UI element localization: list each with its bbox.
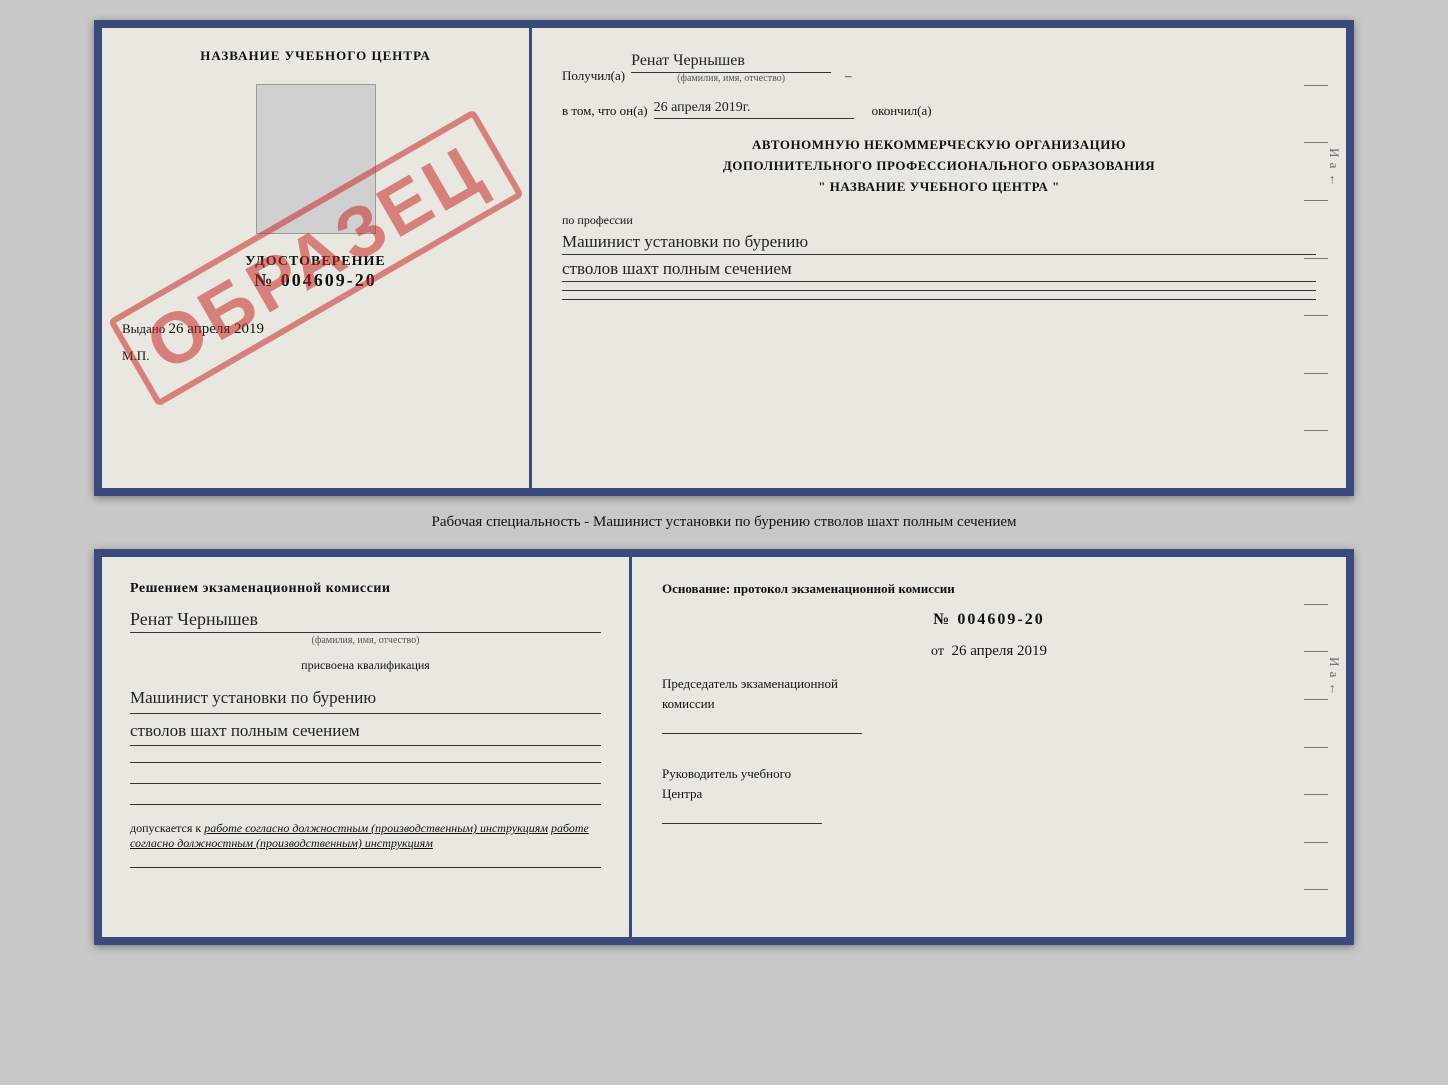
osnov-date: от 26 апреля 2019 xyxy=(662,643,1316,660)
bottom-certificate: Решением экзаменационной комиссии Ренат … xyxy=(94,549,1354,945)
qual-line1: Машинист установки по бурению xyxy=(130,685,601,714)
predsedatel-line1: Председатель экзаменационной xyxy=(662,674,1316,694)
cert-udost-block: УДОСТОВЕРЕНИЕ № 004609-20 xyxy=(245,254,385,291)
dash1: – xyxy=(845,68,852,84)
dopuskaetsya-val: работе согласно должностным (производств… xyxy=(204,821,548,835)
date-val: 26 апреля 2019 xyxy=(951,643,1047,659)
dopuskaetsya-label: допускается к xyxy=(130,821,201,835)
vydano-label: Выдано xyxy=(122,321,165,336)
rukovod-line1: Руководитель учебного xyxy=(662,764,1316,784)
osnov-number: № 004609-20 xyxy=(662,611,1316,629)
bottom-fio-hint: (фамилия, имя, отчество) xyxy=(130,635,601,646)
org-block: АВТОНОМНУЮ НЕКОММЕРЧЕСКУЮ ОРГАНИЗАЦИЮ ДО… xyxy=(562,135,1316,197)
underline1 xyxy=(130,762,601,763)
vtom-date: 26 апреля 2019г. xyxy=(654,100,854,119)
fio-hint-top: (фамилия, имя, отчество) xyxy=(677,73,785,84)
qual-label: присвоена квалификация xyxy=(130,658,601,673)
top-certificate: НАЗВАНИЕ УЧЕБНОГО ЦЕНТРА УДОСТОВЕРЕНИЕ №… xyxy=(94,20,1354,496)
rukovod-block: Руководитель учебного Центра xyxy=(662,764,1316,824)
tto-text: И а ← xyxy=(1326,148,1342,188)
cert-top-left: НАЗВАНИЕ УЧЕБНОГО ЦЕНТРА УДОСТОВЕРЕНИЕ №… xyxy=(102,28,532,488)
poluchil-name: Ренат Чернышев xyxy=(631,52,831,73)
vtom-label: в том, что он(а) xyxy=(562,103,648,119)
cert-top-right: Получил(а) Ренат Чернышев (фамилия, имя,… xyxy=(532,28,1346,488)
cert-number: № 004609-20 xyxy=(245,270,385,291)
bottom-title: Решением экзаменационной комиссии xyxy=(130,581,601,597)
cert-bottom-right: Основание: протокол экзаменационной коми… xyxy=(632,557,1346,937)
cert-photo-box xyxy=(256,84,376,234)
rukovod-line2: Центра xyxy=(662,784,1316,804)
bottom-name: Ренат Чернышев xyxy=(130,609,601,633)
poluchil-label: Получил(а) xyxy=(562,68,625,84)
dopuskaetsya-block: допускается к работе согласно должностны… xyxy=(130,821,601,851)
osnov-label: Основание: протокол экзаменационной коми… xyxy=(662,581,1316,597)
profession-block: по профессии Машинист установки по бурен… xyxy=(562,213,1316,300)
underline3 xyxy=(130,804,601,805)
poluchil-row: Получил(а) Ренат Чернышев (фамилия, имя,… xyxy=(562,52,1316,84)
underline4 xyxy=(130,867,601,868)
document-container: НАЗВАНИЕ УЧЕБНОГО ЦЕНТРА УДОСТОВЕРЕНИЕ №… xyxy=(20,20,1428,945)
po-professii-label: по профессии xyxy=(562,213,1316,228)
vtom-row: в том, что он(а) 26 апреля 2019г. окончи… xyxy=(562,100,1316,119)
cert-vydano: Выдано 26 апреля 2019 xyxy=(122,321,264,338)
cert-bottom-left: Решением экзаменационной комиссии Ренат … xyxy=(102,557,632,937)
profession-line1: Машинист установки по бурению xyxy=(562,232,1316,255)
cert-udost-title: УДОСТОВЕРЕНИЕ xyxy=(245,254,385,270)
qual-lines: Машинист установки по бурению стволов ша… xyxy=(130,685,601,746)
cert-top-title: НАЗВАНИЕ УЧЕБНОГО ЦЕНТРА xyxy=(200,48,431,64)
underline2 xyxy=(130,783,601,784)
bottom-tto-text: И а ← xyxy=(1326,657,1342,697)
predsedatel-line2: комиссии xyxy=(662,694,1316,714)
specialty-text: Рабочая специальность - Машинист установ… xyxy=(431,514,1016,531)
rukovod-signature-line xyxy=(662,823,822,824)
qual-line2: стволов шахт полным сечением xyxy=(130,718,601,747)
profession-line2: стволов шахт полным сечением xyxy=(562,259,1316,282)
bottom-name-row: Ренат Чернышев (фамилия, имя, отчество) xyxy=(130,609,601,646)
org-line3: " НАЗВАНИЕ УЧЕБНОГО ЦЕНТРА " xyxy=(562,177,1316,198)
org-line2: ДОПОЛНИТЕЛЬНОГО ПРОФЕССИОНАЛЬНОГО ОБРАЗО… xyxy=(562,156,1316,177)
predsedatel-block: Председатель экзаменационной комиссии xyxy=(662,674,1316,734)
okonchil-label: окончил(а) xyxy=(872,103,932,119)
ot-label: от xyxy=(931,644,944,659)
vydano-date: 26 апреля 2019 xyxy=(169,321,265,337)
org-line1: АВТОНОМНУЮ НЕКОММЕРЧЕСКУЮ ОРГАНИЗАЦИЮ xyxy=(562,135,1316,156)
cert-mp: М.П. xyxy=(122,348,149,364)
predsedatel-signature-line xyxy=(662,733,862,734)
